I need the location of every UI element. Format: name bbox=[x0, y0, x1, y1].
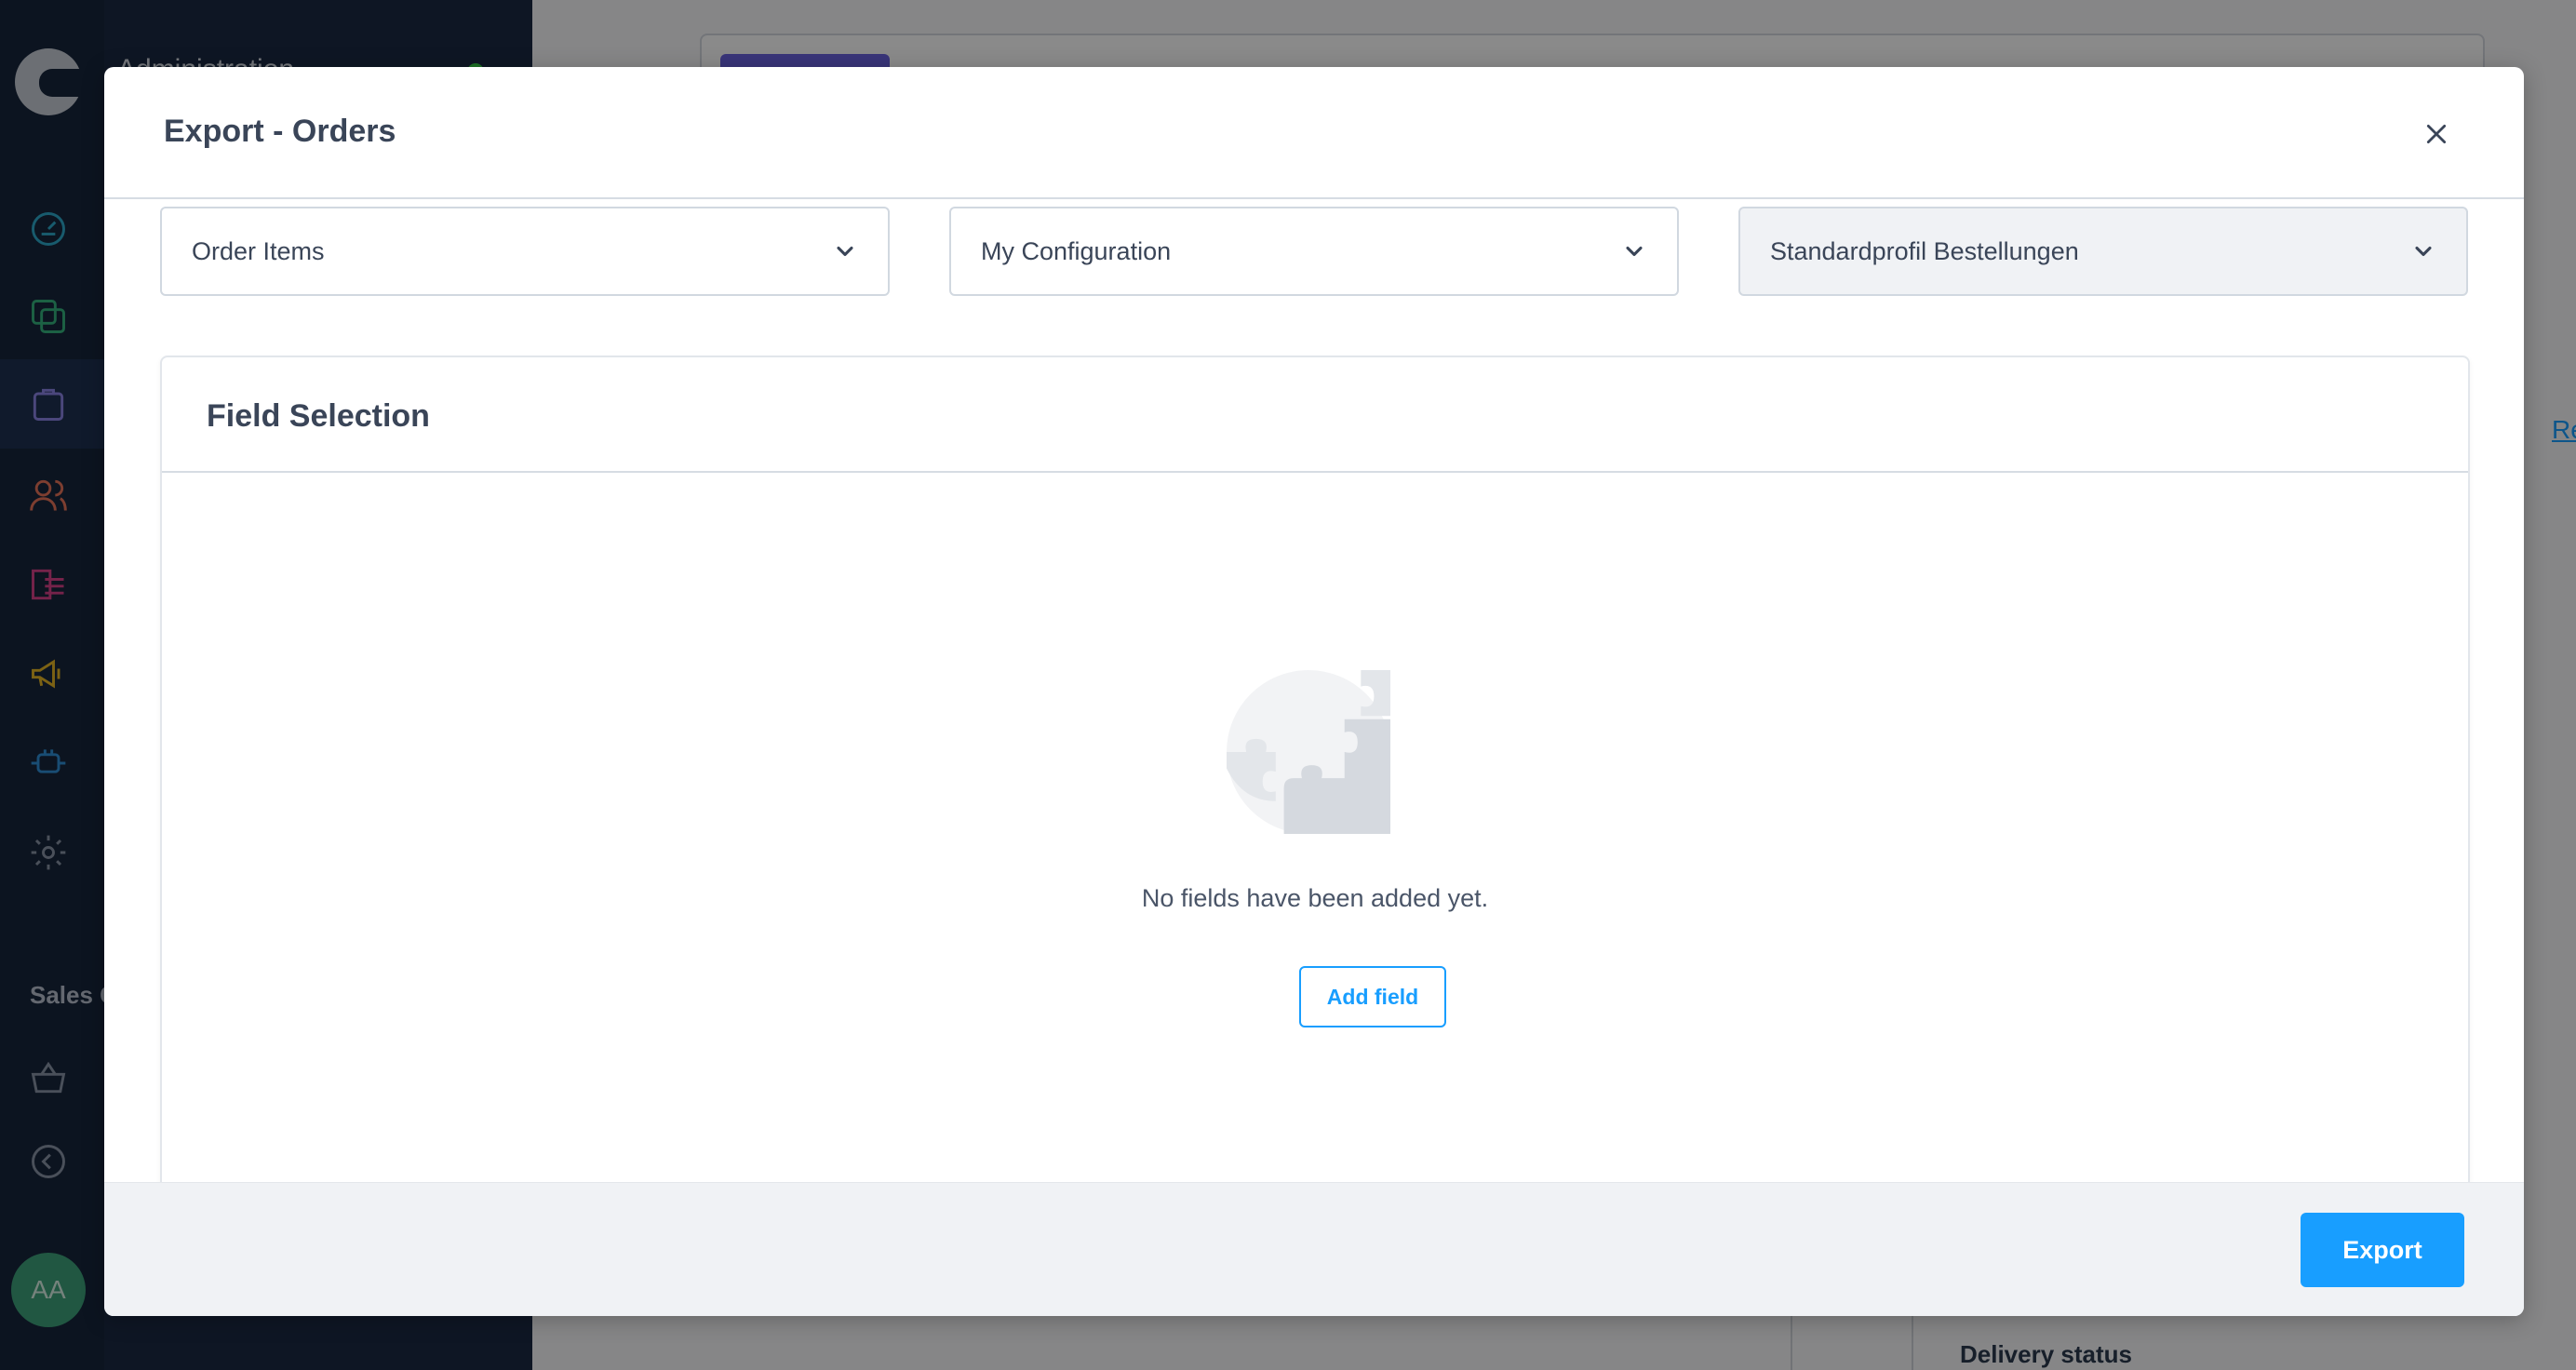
empty-state-text: No fields have been added yet. bbox=[1141, 884, 1489, 912]
chevron-down-icon bbox=[1626, 246, 1643, 257]
close-icon bbox=[2426, 124, 2447, 144]
entity-select[interactable]: Order Items bbox=[160, 207, 890, 296]
entity-select-value: Order Items bbox=[192, 236, 325, 265]
modal-header: Export - Orders bbox=[104, 67, 2524, 199]
configuration-select[interactable]: My Configuration bbox=[949, 207, 1679, 296]
configuration-select-value: My Configuration bbox=[981, 236, 1172, 265]
field-selection-header: Field Selection bbox=[162, 357, 2468, 473]
export-button[interactable]: Export bbox=[2301, 1213, 2464, 1287]
modal-footer: Export bbox=[104, 1182, 2524, 1316]
chevron-down-icon bbox=[2415, 246, 2432, 257]
add-field-button[interactable]: Add field bbox=[1299, 966, 1446, 1028]
profile-select-value: Standardprofil Bestellungen bbox=[1770, 236, 2079, 265]
modal-title: Export - Orders bbox=[164, 114, 396, 149]
export-orders-modal: Export - Orders Order Items My Configura… bbox=[104, 67, 2524, 1316]
chevron-down-icon bbox=[837, 246, 853, 257]
profile-select[interactable]: Standardprofil Bestellungen bbox=[1738, 207, 2468, 296]
field-selection-title: Field Selection bbox=[207, 398, 430, 434]
puzzle-placeholder-icon bbox=[1227, 670, 1390, 834]
field-selection-card: Field Selection No fields have been adde… bbox=[160, 356, 2470, 1316]
close-button[interactable] bbox=[2416, 114, 2457, 154]
